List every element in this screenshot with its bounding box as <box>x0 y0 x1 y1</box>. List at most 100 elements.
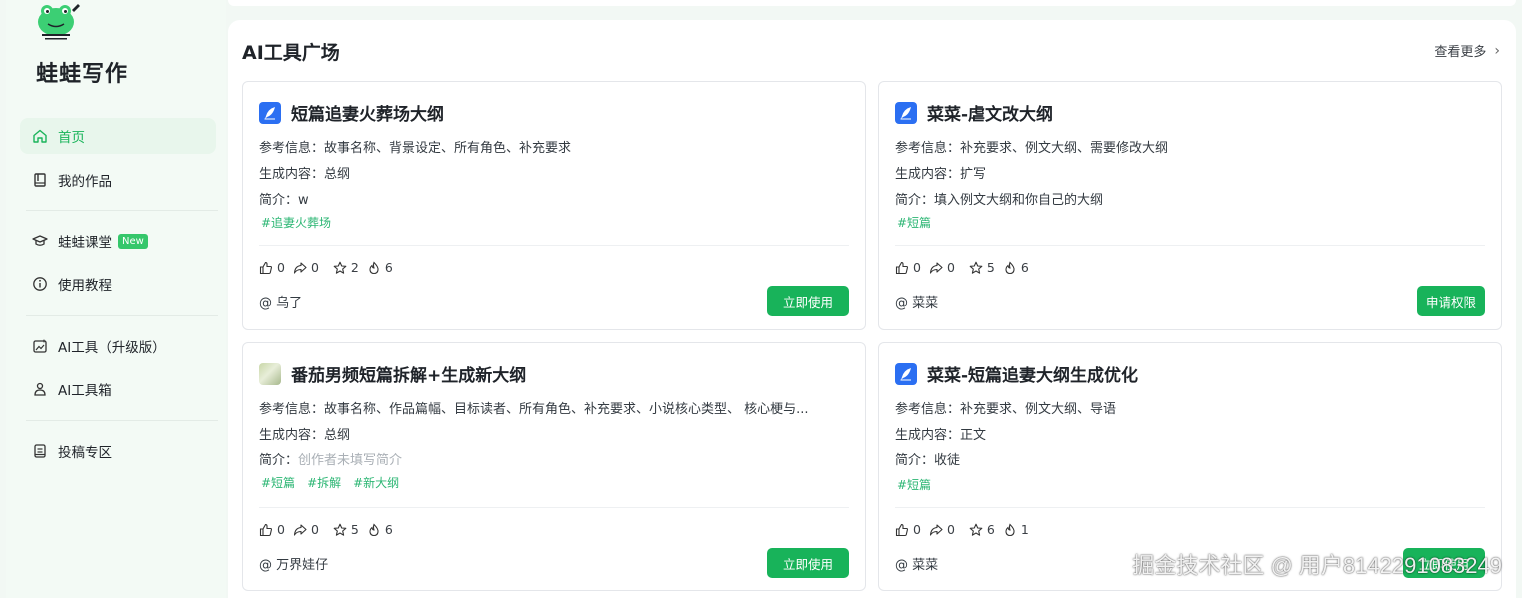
intro-label: 简介： <box>259 453 299 468</box>
tag[interactable]: #追妻火葬场 <box>261 214 331 231</box>
sidebar-item-label: AI工具箱 <box>58 383 112 399</box>
thumbs-up-icon <box>259 523 273 536</box>
card-title: 短篇追妻火葬场大纲 <box>291 105 444 125</box>
share-icon <box>929 261 943 274</box>
tool-card[interactable]: 短篇追妻火葬场大纲 参考信息：故事名称、背景设定、所有角色、补充要求 生成内容：… <box>242 81 866 330</box>
see-more-link[interactable]: 查看更多 › <box>1434 41 1500 61</box>
sidebar-item-home[interactable]: 首页 <box>20 118 216 154</box>
like-stat[interactable]: 0 <box>895 260 921 275</box>
sidebar-item-classroom[interactable]: 蛙蛙课堂 New <box>20 223 216 259</box>
quill-icon <box>895 362 917 385</box>
gen-value: 总纲 <box>324 428 351 443</box>
share-stat[interactable]: 0 <box>929 260 955 275</box>
gen-label: 生成内容： <box>259 167 325 182</box>
star-stat[interactable]: 6 <box>969 522 995 537</box>
intro-label: 简介： <box>259 193 299 208</box>
star-stat[interactable]: 2 <box>333 260 359 275</box>
card-stats: 0 0 2 6 <box>259 260 401 275</box>
sidebar-item-tutorial[interactable]: 使用教程 <box>20 266 216 302</box>
card-tags: #短篇 <box>897 214 931 231</box>
photo-thumbnail-icon <box>259 362 281 385</box>
ref-label: 参考信息： <box>895 402 961 417</box>
card-divider <box>895 507 1485 508</box>
sidebar-item-label: AI工具（升级版） <box>58 340 166 356</box>
brand-name: 蛙蛙写作 <box>36 62 129 87</box>
tag[interactable]: #短篇 <box>897 214 931 231</box>
star-icon <box>333 261 347 274</box>
ref-value: 故事名称、作品篇幅、目标读者、所有角色、补充要求、小说核心类型、 核心梗与... <box>324 402 809 417</box>
use-now-button[interactable]: 立即使用 <box>766 286 849 316</box>
tag[interactable]: #新大纲 <box>353 474 399 491</box>
tag[interactable]: #短篇 <box>261 474 295 491</box>
ref-label: 参考信息： <box>259 141 325 156</box>
card-author[interactable]: @ 菜菜 <box>895 292 938 311</box>
info-icon <box>32 276 48 292</box>
intro-value: 填入例文大纲和你自己的大纲 <box>934 193 1104 208</box>
card-intro: 简介：w <box>259 189 851 208</box>
tool-card[interactable]: 菜菜-虐文改大纲 参考信息：补充要求、例文大纲、需要修改大纲 生成内容：扩写 简… <box>878 81 1502 330</box>
share-stat[interactable]: 0 <box>293 260 319 275</box>
card-header: 番茄男频短篇拆解+生成新大纲 <box>259 361 526 386</box>
sidebar-divider <box>26 420 218 421</box>
share-icon <box>293 261 307 274</box>
sidebar-item-label: 首页 <box>58 130 85 146</box>
star-stat[interactable]: 5 <box>969 260 995 275</box>
top-strip <box>228 0 1516 6</box>
tag[interactable]: #短篇 <box>897 476 931 493</box>
frog-logo-icon[interactable] <box>34 2 82 42</box>
quill-icon <box>895 101 917 124</box>
thumbs-up-icon <box>895 261 909 274</box>
card-title: 番茄男频短篇拆解+生成新大纲 <box>291 366 527 386</box>
intro-label: 简介： <box>895 453 935 468</box>
like-stat[interactable]: 0 <box>895 522 921 537</box>
flame-icon <box>369 523 379 536</box>
submit-icon <box>32 443 48 459</box>
card-intro: 简介：填入例文大纲和你自己的大纲 <box>895 189 1487 208</box>
share-stat[interactable]: 0 <box>293 522 319 537</box>
card-intro: 简介：创作者未填写简介 <box>259 449 851 468</box>
like-stat[interactable]: 0 <box>259 522 285 537</box>
card-author[interactable]: @ 乌了 <box>259 292 302 311</box>
star-icon <box>333 523 347 536</box>
request-access-button[interactable]: 申请权限 <box>1416 286 1485 316</box>
card-generated-content: 生成内容：总纲 <box>259 163 851 182</box>
share-stat[interactable]: 0 <box>929 522 955 537</box>
quill-icon <box>259 101 281 124</box>
sidebar-item-my-works[interactable]: 我的作品 <box>20 162 216 198</box>
new-badge: New <box>118 233 148 249</box>
card-generated-content: 生成内容：扩写 <box>895 163 1487 182</box>
card-generated-content: 生成内容：总纲 <box>259 424 851 443</box>
flame-icon <box>1005 523 1015 536</box>
card-header: 菜菜-虐文改大纲 <box>895 100 1053 125</box>
intro-value: 收徒 <box>934 453 961 468</box>
card-author[interactable]: @ 万界娃仔 <box>259 554 328 573</box>
sidebar-item-label: 投稿专区 <box>58 445 112 461</box>
sidebar-item-submissions[interactable]: 投稿专区 <box>20 433 216 469</box>
card-header: 短篇追妻火葬场大纲 <box>259 100 444 125</box>
card-reference-info: 参考信息：故事名称、作品篇幅、目标读者、所有角色、补充要求、小说核心类型、 核心… <box>259 398 851 417</box>
star-icon <box>969 523 983 536</box>
ref-label: 参考信息： <box>259 402 325 417</box>
sidebar-item-ai-tools-upgraded[interactable]: AI工具（升级版） <box>20 328 216 364</box>
tool-card[interactable]: 番茄男频短篇拆解+生成新大纲 参考信息：故事名称、作品篇幅、目标读者、所有角色、… <box>242 342 866 591</box>
use-now-button[interactable]: 立即使用 <box>766 548 849 578</box>
like-stat[interactable]: 0 <box>259 260 285 275</box>
card-divider <box>895 245 1485 246</box>
tag[interactable]: #拆解 <box>307 474 341 491</box>
sidebar-divider <box>26 315 218 316</box>
gen-label: 生成内容： <box>895 428 961 443</box>
intro-value: 创作者未填写简介 <box>298 453 403 468</box>
card-intro: 简介：收徒 <box>895 449 1487 468</box>
card-author[interactable]: @ 菜菜 <box>895 554 938 573</box>
thumbs-up-icon <box>259 261 273 274</box>
card-divider <box>259 507 849 508</box>
card-reference-info: 参考信息：补充要求、例文大纲、需要修改大纲 <box>895 137 1487 156</box>
page-title: AI工具广场 <box>242 42 340 64</box>
card-tags: #短篇 #拆解 #新大纲 <box>261 474 399 491</box>
sidebar: 蛙蛙写作 首页 我的作品 蛙蛙课堂 New 使用教程 AI工具（升级版） AI工… <box>6 0 226 598</box>
star-stat[interactable]: 5 <box>333 522 359 537</box>
sidebar-item-ai-toolbox[interactable]: AI工具箱 <box>20 371 216 407</box>
ref-value: 补充要求、例文大纲、导语 <box>960 402 1117 417</box>
home-icon <box>32 128 48 144</box>
card-tags: #短篇 <box>897 476 931 493</box>
